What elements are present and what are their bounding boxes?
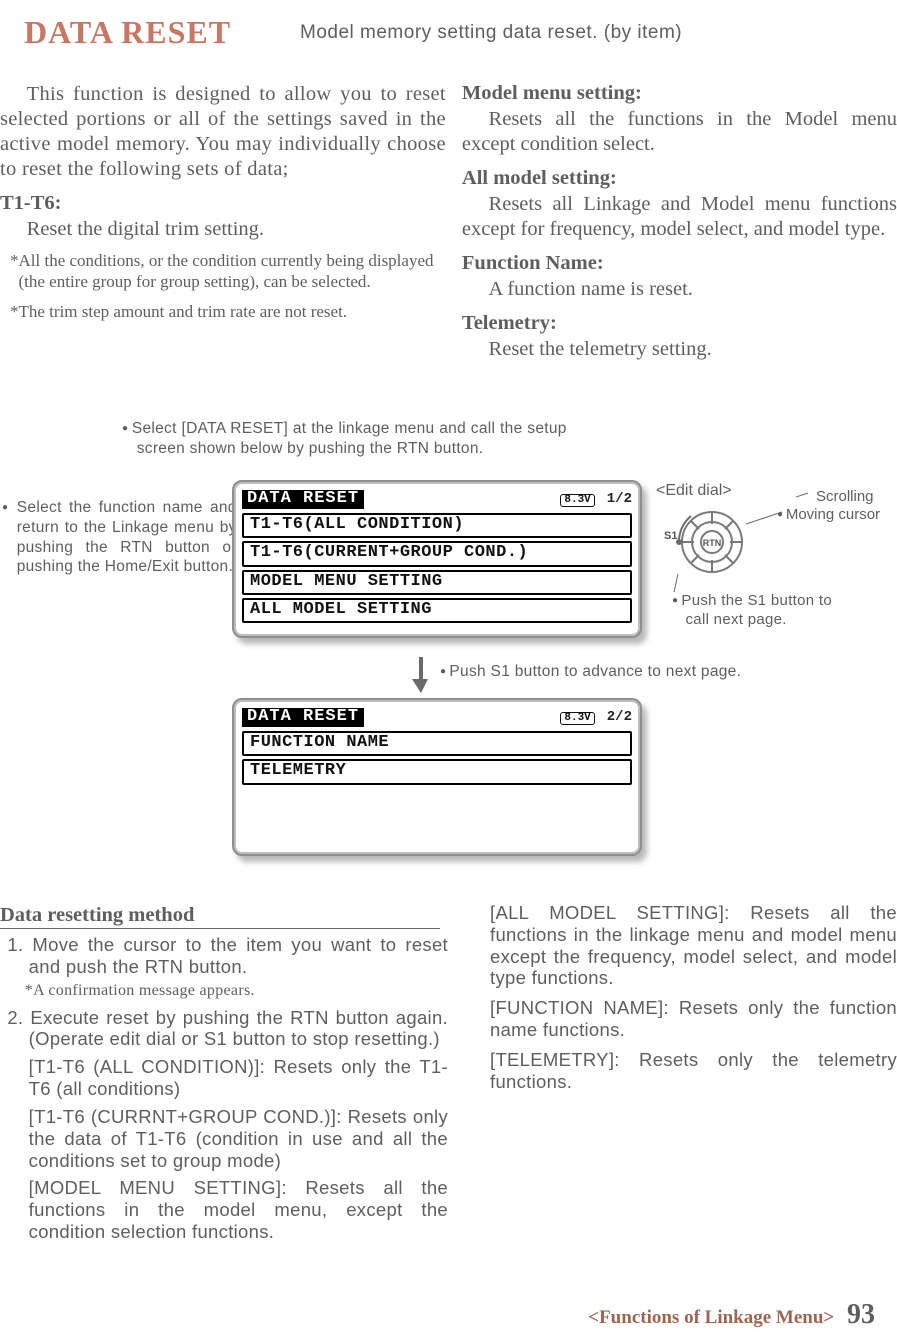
lcd2-title: DATA RESET [242,708,364,727]
desc-t1t6-group: [T1-T6 (CURRNT+GROUP COND.)]: Resets onl… [0,1106,448,1171]
intro-left-column: This function is designed to allow you t… [0,82,446,362]
scrolling-text: Scrolling [816,488,874,505]
bullet-icon [672,592,681,609]
function-name-body: A function name is reset. [462,277,897,302]
bullet-icon [122,420,132,437]
lcd1-row-2[interactable]: T1-T6(CURRENT+GROUP COND.) [242,541,632,566]
t1t6-note-2: *The trim step amount and trim rate are … [10,301,446,322]
annot-left: Select the function name and return to t… [2,498,237,577]
lcd1-page: 1/2 [607,491,632,507]
telemetry-body: Reset the telemetry setting. [462,337,897,362]
lcd1-row-4[interactable]: ALL MODEL SETTING [242,598,632,623]
caption-moving-cursor: Moving cursor [777,506,880,523]
battery-icon: 8.3V [560,712,594,725]
heading-data-resetting-method: Data resetting method [0,904,440,929]
moving-cursor-text: Moving cursor [786,506,880,523]
page-header: DATA RESET Model memory setting data res… [0,0,897,20]
method-body: 1. Move the cursor to the item you want … [0,934,448,1249]
intro-paragraph: This function is designed to allow you t… [0,82,446,182]
bullet-icon [2,499,17,516]
lcd1-row-3[interactable]: MODEL MENU SETTING [242,570,632,595]
lcd2-title-row: DATA RESET 8.3V 2/2 [242,706,632,728]
annot-left-text: Select the function name and return to t… [17,499,237,575]
caption-scrolling: Scrolling [796,488,874,505]
right-notes: [ALL MODEL SETTING]: Resets all the func… [490,902,897,1101]
lcd-screen-2: DATA RESET 8.3V 2/2 FUNCTION NAME TELEME… [232,698,642,856]
pointer-line-icon [746,510,784,532]
lcd1-row-1[interactable]: T1-T6(ALL CONDITION) [242,513,632,538]
annot-between-screens: Push S1 button to advance to next page. [440,662,795,682]
heading-all-model: All model setting: [462,167,897,190]
model-menu-body: Resets all the functions in the Model me… [462,107,897,157]
step-1: 1. Move the cursor to the item you want … [0,934,448,978]
intro-columns: This function is designed to allow you t… [0,82,897,362]
lcd2-row-1[interactable]: FUNCTION NAME [242,731,632,756]
footer-section: <Functions of Linkage Menu> [588,1307,834,1328]
step-2: 2. Execute reset by pushing the RTN butt… [0,1007,448,1051]
intro-right-column: Model menu setting: Resets all the funct… [462,82,897,362]
lcd1-title-row: DATA RESET 8.3V 1/2 [242,488,632,510]
s1-note-text: Push the S1 button to call next page. [681,592,832,628]
battery-icon: 8.3V [560,494,594,507]
desc-model-menu-setting: [MODEL MENU SETTING]: Resets all the fun… [0,1177,448,1242]
lcd2-row-2[interactable]: TELEMETRY [242,759,632,784]
edit-dial-icon: RTN [676,506,748,578]
t1t6-note-1: *All the conditions, or the condition cu… [10,250,446,293]
heading-t1t6: T1-T6: [0,192,446,215]
desc-all-model-setting: [ALL MODEL SETTING]: Resets all the func… [490,902,897,989]
all-model-body: Resets all Linkage and Model menu functi… [462,192,897,242]
annot-top-center: Select [DATA RESET] at the linkage menu … [122,419,567,459]
pointer-line-icon [796,491,816,503]
heading-model-menu: Model menu setting: [462,82,897,105]
lcd-screen-1: DATA RESET 8.3V 1/2 T1-T6(ALL CONDITION)… [232,480,642,638]
lcd2-page: 2/2 [607,709,632,725]
page-subtitle: Model memory setting data reset. (by ite… [300,22,682,44]
t1t6-body: Reset the digital trim setting. [0,217,446,242]
desc-telemetry: [TELEMETRY]: Resets only the telemetry f… [490,1049,897,1093]
edit-dial-group: <Edit dial> Scrolling Moving cursor S1 [666,482,876,652]
page-title: DATA RESET [24,14,231,51]
annot-top-text: Select [DATA RESET] at the linkage menu … [132,420,567,457]
desc-t1t6-all: [T1-T6 (ALL CONDITION)]: Resets only the… [0,1056,448,1100]
page-number: 93 [847,1299,875,1330]
step-1-note: *A confirmation message appears. [25,982,448,1001]
heading-telemetry: Telemetry: [462,312,897,335]
arrow-down-icon [412,657,430,693]
lcd2-battery: 8.3V [560,710,594,725]
lcd1-battery: 8.3V [560,492,594,507]
bullet-icon [440,663,449,680]
annot-s1-note: Push the S1 button to call next page. [672,591,846,629]
desc-function-name: [FUNCTION NAME]: Resets only the functio… [490,997,897,1041]
rtn-label: RTN [703,538,722,548]
lcd1-title: DATA RESET [242,490,364,509]
edit-dial-label: <Edit dial> [656,482,732,500]
page: DATA RESET Model memory setting data res… [0,0,897,1343]
page-footer: <Functions of Linkage Menu> 93 [588,1299,875,1331]
annot-between-text: Push S1 button to advance to next page. [449,663,741,680]
heading-function-name: Function Name: [462,252,897,275]
